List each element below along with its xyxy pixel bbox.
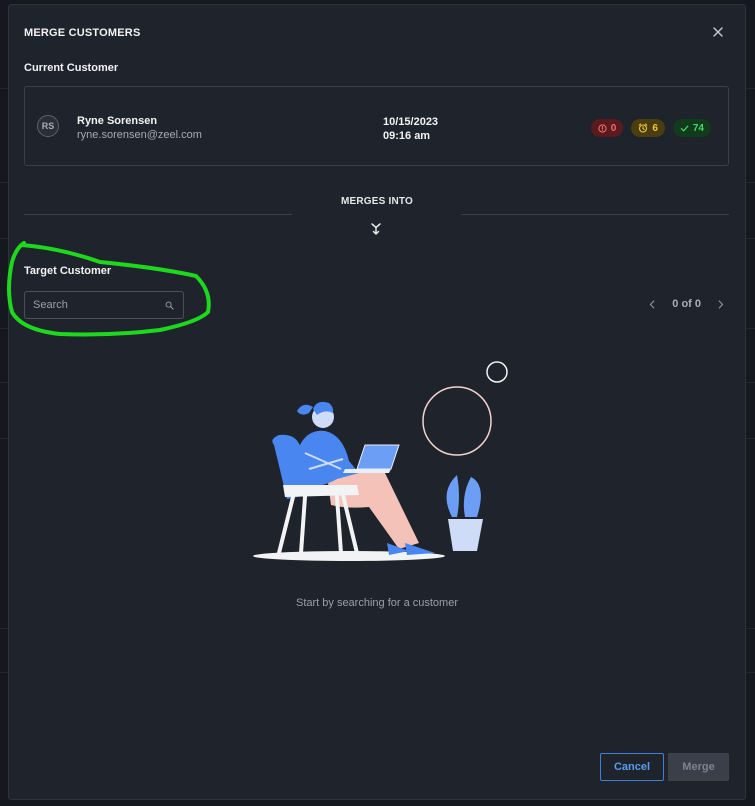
large-bubble [422, 386, 492, 456]
current-customer-label: Current Customer [24, 62, 119, 74]
ponytail [297, 404, 313, 415]
divider-right [461, 214, 729, 215]
pagination: 0 of 0 [646, 297, 727, 311]
search-field[interactable] [24, 291, 184, 319]
status-badge-completed: 74 [672, 119, 711, 137]
page-count: 0 of 0 [672, 298, 701, 310]
merge-customers-modal: MERGE CUSTOMERS Current Customer RS Ryne… [8, 4, 746, 800]
check-icon [680, 125, 689, 131]
next-page-button[interactable] [715, 297, 727, 311]
customer-email: ryne.sorensen@zeel.com [77, 129, 202, 141]
laptop-screen [356, 444, 400, 470]
laptop-base [343, 469, 391, 473]
close-button[interactable] [709, 23, 727, 41]
merges-into-label: MERGES INTO [340, 196, 414, 207]
plant-leaf [463, 477, 481, 517]
status-badge-alerts: 0 [590, 119, 624, 137]
cancel-button[interactable]: Cancel [600, 753, 664, 781]
chevron-right-icon [718, 299, 724, 309]
status-badge-pending: 6 [631, 119, 665, 137]
customer-datetime: 10/15/2023 09:16 am [383, 115, 438, 143]
completed-count: 74 [692, 122, 704, 134]
plant-pot [448, 519, 483, 551]
small-bubble [486, 361, 508, 383]
search-input[interactable] [25, 292, 159, 318]
merge-button[interactable]: Merge [668, 753, 729, 781]
modal-title: MERGE CUSTOMERS [24, 27, 141, 39]
shoe [405, 543, 435, 555]
pending-count: 6 [652, 122, 658, 134]
plant-leaf [446, 475, 459, 517]
empty-state-illustration [253, 361, 508, 561]
merge-arrow-icon [371, 223, 381, 235]
chair-legs [277, 493, 359, 555]
chair-seat [283, 485, 359, 497]
empty-state-message: Start by searching for a customer [295, 597, 458, 609]
alarm-clock-icon [638, 123, 648, 133]
prev-page-button[interactable] [646, 297, 658, 311]
close-icon [713, 27, 723, 37]
customer-name: Ryne Sorensen [77, 115, 158, 127]
status-badges: 0 6 74 [590, 119, 711, 137]
current-customer-card: RS Ryne Sorensen ryne.sorensen@zeel.com … [24, 86, 729, 166]
chevron-left-icon [649, 299, 655, 309]
alerts-count: 0 [610, 122, 617, 134]
avatar: RS [37, 115, 59, 137]
customer-time: 09:16 am [383, 130, 431, 142]
customer-date: 10/15/2023 [383, 116, 439, 128]
search-icon [165, 301, 174, 310]
target-customer-label: Target Customer [24, 265, 112, 277]
alert-circle-icon [598, 123, 607, 133]
divider-left [24, 214, 292, 215]
